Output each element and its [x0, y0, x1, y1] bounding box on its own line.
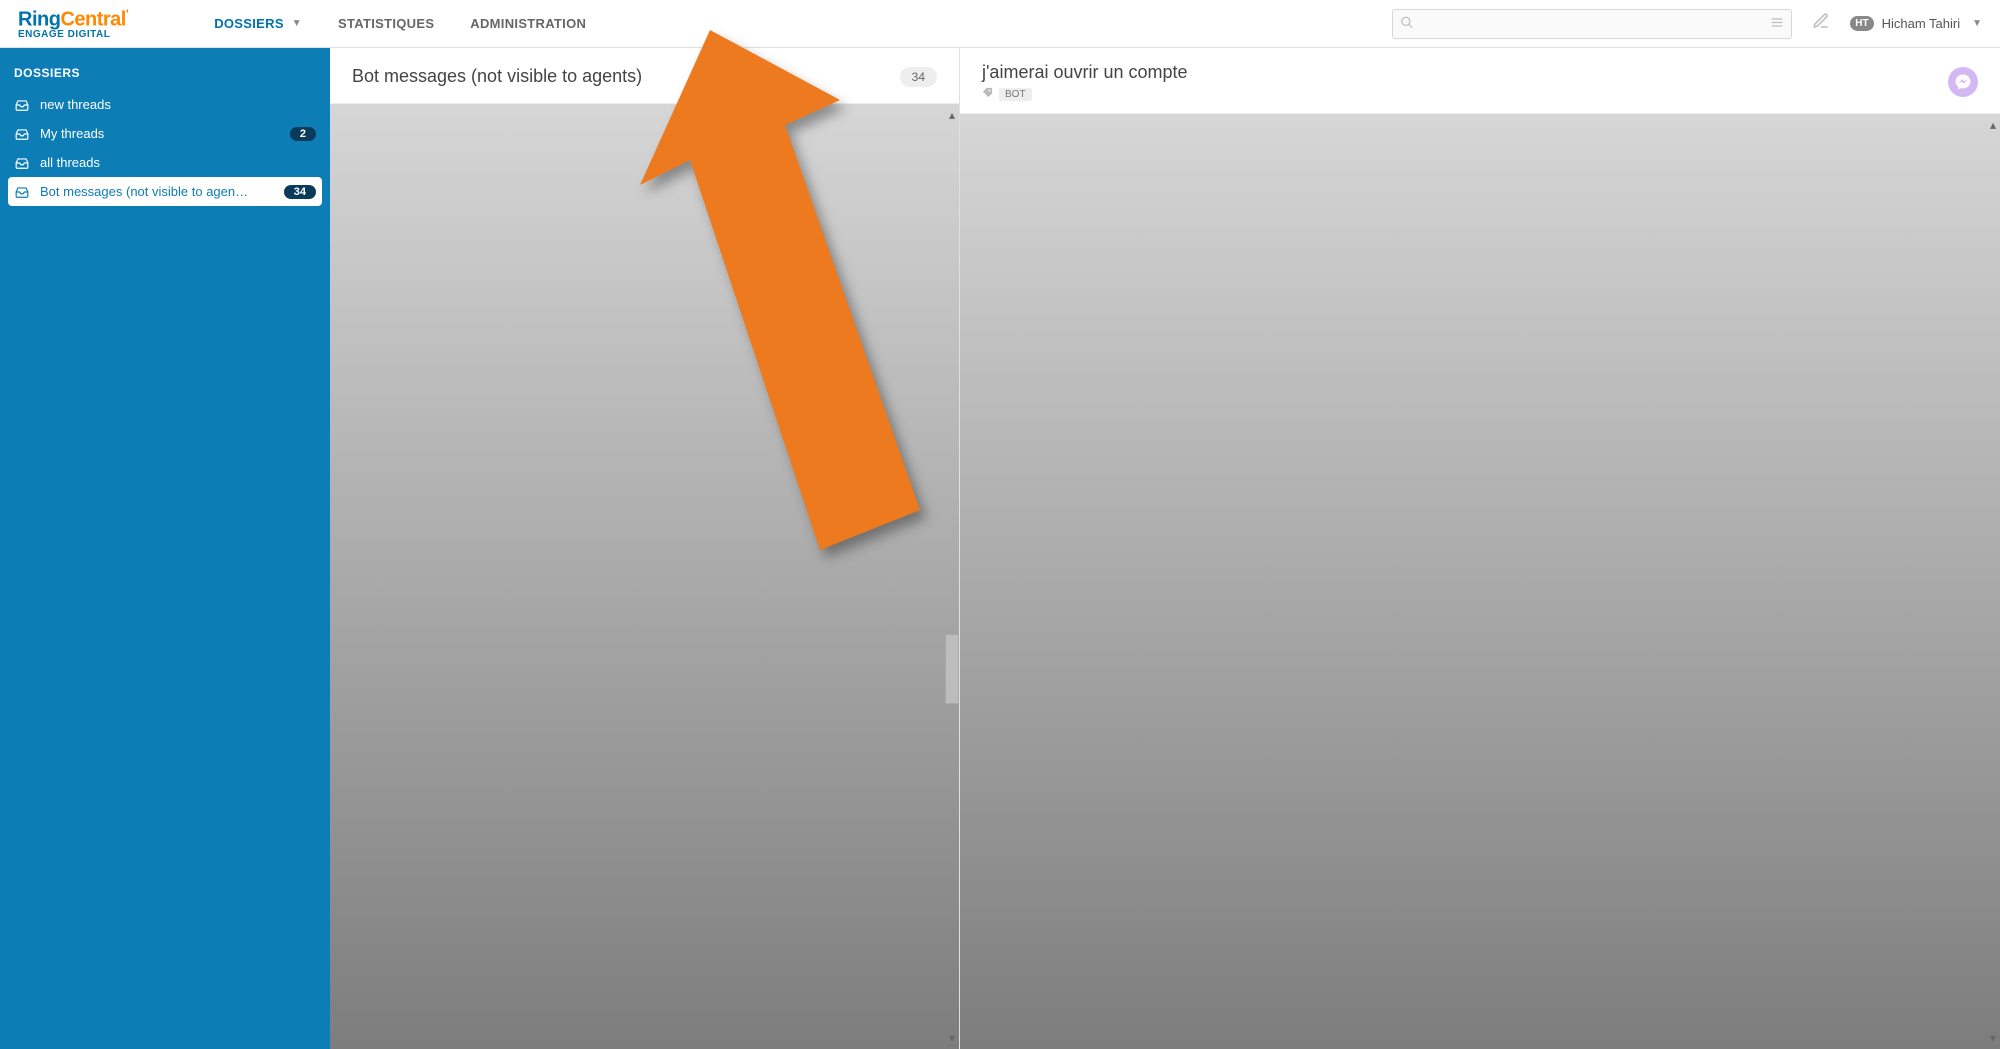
sidebar-item-all-threads[interactable]: all threads	[0, 148, 330, 177]
search-icon	[1400, 15, 1414, 32]
brand-logo: RingCentral' ENGAGE DIGITAL	[18, 7, 128, 41]
search-options-icon[interactable]	[1770, 15, 1784, 32]
sidebar-badge: 2	[290, 127, 316, 141]
list-count: 34	[900, 67, 937, 87]
topbar-right: HT Hicham Tahiri ▼	[1392, 9, 1982, 39]
tag-icon	[982, 87, 993, 101]
scroll-up-icon[interactable]: ▴	[1990, 118, 1996, 132]
top-nav: RingCentral' ENGAGE DIGITAL DOSSIERS ▼ S…	[0, 0, 2000, 48]
main-area: Bot messages (not visible to agents) 34 …	[330, 48, 2000, 1049]
detail-header: j'aimerai ouvrir un compte BOT	[960, 48, 2000, 114]
user-name: Hicham Tahiri	[1882, 16, 1961, 31]
primary-nav: DOSSIERS ▼ STATISTIQUES ADMINISTRATION	[198, 0, 602, 47]
inbox-icon	[14, 98, 30, 112]
sidebar-item-label: My threads	[40, 126, 280, 141]
sidebar-badge: 34	[284, 185, 316, 199]
user-avatar: HT	[1850, 16, 1873, 31]
brand-subline: ENGAGE DIGITAL	[18, 29, 110, 40]
user-menu[interactable]: HT Hicham Tahiri ▼	[1850, 16, 1982, 31]
scroll-down-icon[interactable]: ▾	[949, 1031, 955, 1045]
list-header: Bot messages (not visible to agents) 34	[330, 48, 959, 104]
inbox-icon	[14, 127, 30, 141]
thread-list-body[interactable]: ▴ ▾	[330, 104, 959, 1049]
sidebar-item-my-threads[interactable]: My threads 2	[0, 119, 330, 148]
scrollbar-thumb[interactable]	[945, 634, 959, 704]
list-title: Bot messages (not visible to agents)	[352, 66, 642, 87]
inbox-icon	[14, 156, 30, 170]
sidebar-item-new-threads[interactable]: new threads	[0, 90, 330, 119]
chevron-down-icon: ▼	[1972, 18, 1982, 29]
nav-label: DOSSIERS	[214, 16, 284, 31]
global-search[interactable]	[1392, 9, 1792, 39]
sidebar-section-title: DOSSIERS	[0, 48, 330, 90]
detail-title: j'aimerai ouvrir un compte	[982, 62, 1188, 83]
messenger-icon	[1948, 67, 1978, 97]
sidebar-item-label: all threads	[40, 155, 316, 170]
sidebar-item-label: Bot messages (not visible to agen…	[40, 184, 274, 199]
compose-icon[interactable]	[1812, 12, 1830, 35]
search-input[interactable]	[1392, 9, 1792, 39]
nav-label: ADMINISTRATION	[470, 16, 586, 31]
nav-dossiers[interactable]: DOSSIERS ▼	[198, 0, 318, 47]
thread-detail-panel: j'aimerai ouvrir un compte BOT ▴ ▾	[960, 48, 2000, 1049]
thread-detail-body[interactable]: ▴ ▾	[960, 114, 2000, 1049]
sidebar-item-bot-messages[interactable]: Bot messages (not visible to agen… 34	[8, 177, 322, 206]
chevron-down-icon: ▼	[292, 18, 302, 29]
inbox-icon	[14, 185, 30, 199]
scroll-down-icon[interactable]: ▾	[1990, 1031, 1996, 1045]
sidebar: DOSSIERS new threads My threads 2 all th…	[0, 48, 330, 1049]
nav-label: STATISTIQUES	[338, 16, 434, 31]
scroll-up-icon[interactable]: ▴	[949, 108, 955, 122]
brand-word-b: Central	[60, 8, 125, 30]
brand-word-a: Ring	[18, 8, 60, 30]
nav-statistiques[interactable]: STATISTIQUES	[322, 0, 450, 47]
detail-tag: BOT	[999, 88, 1032, 101]
nav-administration[interactable]: ADMINISTRATION	[454, 0, 602, 47]
thread-list-panel: Bot messages (not visible to agents) 34 …	[330, 48, 960, 1049]
sidebar-item-label: new threads	[40, 97, 316, 112]
